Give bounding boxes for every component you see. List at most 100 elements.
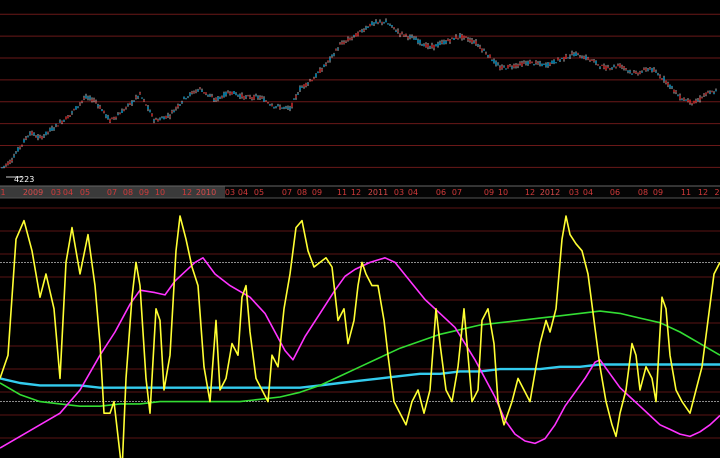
- candle-body: [313, 78, 315, 80]
- candle-body: [133, 100, 135, 102]
- candle-body: [177, 105, 179, 108]
- candle-body: [31, 131, 33, 135]
- candle-body: [21, 144, 23, 146]
- date-axis-tick-label: 10: [155, 188, 165, 197]
- date-axis-tick-label: 09: [139, 188, 149, 197]
- candle-body: [3, 165, 5, 167]
- candle-body: [73, 109, 75, 111]
- candle-body: [203, 92, 205, 94]
- candle-body: [419, 40, 421, 44]
- candle-body: [705, 92, 707, 95]
- date-axis-tick-label: 06: [436, 188, 446, 197]
- candle-body: [553, 60, 555, 64]
- candle-body: [521, 62, 523, 66]
- date-axis-tick-label: 07: [282, 188, 292, 197]
- candle-body: [697, 100, 699, 102]
- date-axis-tick-label: 12: [525, 188, 535, 197]
- candle-body: [693, 100, 695, 104]
- date-axis-tick-label: 06: [610, 188, 620, 197]
- candle-body: [559, 59, 561, 61]
- candle-body: [333, 54, 335, 56]
- candle-body: [451, 37, 453, 39]
- candle-body: [159, 118, 161, 120]
- candle-body: [15, 152, 17, 154]
- candle-body: [707, 91, 709, 93]
- candle-body: [637, 73, 639, 75]
- candle-body: [403, 34, 405, 36]
- candle-body: [237, 94, 239, 96]
- candle-body: [11, 159, 13, 161]
- date-axis-tick-label: 05: [254, 188, 264, 197]
- candle-body: [231, 91, 233, 95]
- candle-body: [703, 94, 705, 96]
- candle-body: [329, 57, 331, 61]
- candle-body: [325, 64, 327, 66]
- candle-body: [339, 43, 341, 45]
- candle-body: [169, 116, 171, 118]
- candle-body: [175, 107, 177, 109]
- candle-body: [115, 116, 117, 118]
- candle-body: [715, 90, 717, 92]
- date-axis-tick-label: 04: [583, 188, 593, 197]
- candle-body: [493, 59, 495, 63]
- candle-body: [93, 99, 95, 101]
- candle-body: [533, 64, 535, 66]
- candle-body: [481, 48, 483, 51]
- candle-body: [57, 125, 59, 127]
- candle-body: [447, 39, 449, 41]
- candle-body: [165, 115, 167, 119]
- candle-body: [243, 96, 245, 99]
- candle-body: [467, 39, 469, 41]
- candle-body: [309, 80, 311, 82]
- candle-body: [355, 33, 357, 37]
- candle-body: [569, 56, 571, 58]
- candle-body: [595, 61, 597, 64]
- candle-body: [575, 52, 577, 56]
- candle-body: [713, 93, 715, 95]
- candle-body: [187, 96, 189, 98]
- candle-body: [303, 84, 305, 87]
- candle-body: [295, 95, 297, 98]
- candle-body: [497, 64, 499, 66]
- candle-body: [469, 39, 471, 42]
- candle-body: [689, 99, 691, 104]
- candle-body: [401, 32, 403, 34]
- candle-body: [653, 69, 655, 72]
- candle-body: [307, 83, 309, 85]
- candle-body: [221, 96, 223, 98]
- candle-body: [293, 98, 295, 100]
- candle-body: [127, 104, 129, 106]
- candle-body: [399, 33, 401, 35]
- candle-body: [393, 27, 395, 29]
- candle-body: [65, 116, 67, 120]
- candle-body: [473, 42, 475, 44]
- candle-body: [143, 100, 145, 102]
- candle-body: [411, 36, 413, 38]
- candle-body: [173, 110, 175, 113]
- candle-body: [681, 99, 683, 101]
- candle-body: [365, 27, 367, 29]
- candle-body: [125, 107, 127, 109]
- candle-body: [163, 117, 165, 120]
- candle-body: [549, 62, 551, 65]
- candle-body: [505, 68, 507, 70]
- candle-body: [441, 41, 443, 43]
- candle-body: [113, 117, 115, 119]
- candle-body: [255, 95, 257, 97]
- candle-body: [273, 106, 275, 108]
- chart-canvas: 4223 1 2009 03 04 05 07 08 09 10 12 2010 03 04 05 07 08 0…: [0, 0, 720, 458]
- candle-body: [27, 136, 29, 138]
- candle-body: [1, 167, 3, 169]
- candle-body: [519, 62, 521, 64]
- candle-body: [361, 30, 363, 32]
- chart-svg: 42231 2009 03 04 05 07 08 09 10 12 2010 03 04 05 07 08 0…: [0, 13, 720, 458]
- candle-body: [277, 104, 279, 106]
- candle-body: [121, 110, 123, 113]
- candle-body: [645, 68, 647, 71]
- date-axis-tick-label: 2009: [23, 188, 43, 197]
- candle-body: [685, 99, 687, 101]
- candle-body: [407, 36, 409, 39]
- candle-body: [51, 127, 53, 131]
- candle-body: [67, 115, 69, 119]
- candle-body: [635, 71, 637, 74]
